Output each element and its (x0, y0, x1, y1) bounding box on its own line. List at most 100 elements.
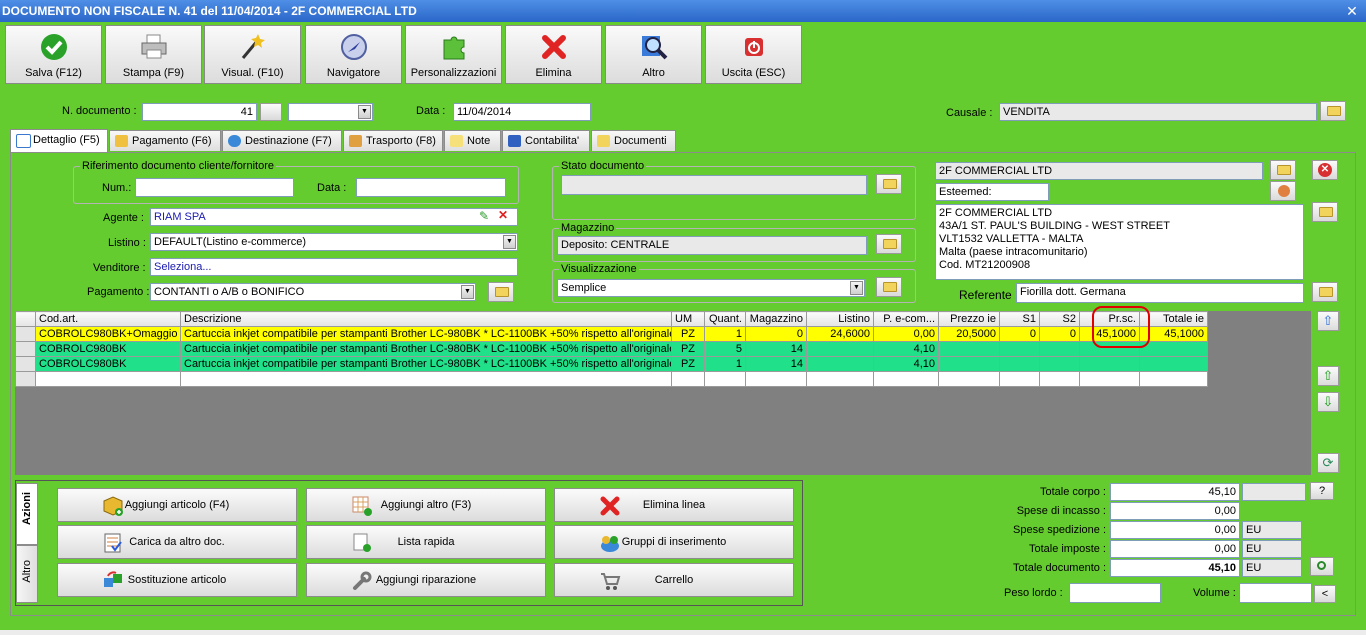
table-row[interactable]: COBROLC980BK Cartuccia inkjet compatibile… (15, 356, 1208, 372)
ndoc-suffix-button[interactable] (260, 103, 282, 121)
cliente-name-input[interactable]: 2F COMMERCIAL LTD (935, 162, 1263, 180)
address-folder-button[interactable] (1312, 202, 1338, 222)
table-cell[interactable]: COBROLC980BK+Omaggio (35, 326, 181, 342)
tab-contabilita[interactable]: Contabilita' (502, 130, 590, 151)
table-cell[interactable]: 1 (704, 326, 746, 342)
toolbar-button-6[interactable]: Elimina (505, 25, 602, 84)
row-selector[interactable] (15, 371, 36, 387)
tab-azioni[interactable]: Azioni (16, 483, 38, 545)
action-button-2[interactable]: Aggiungi altro (F3) (306, 488, 546, 522)
spese-spedizione-input[interactable]: 0,00 (1110, 521, 1240, 539)
chevron-down-icon[interactable]: ▼ (461, 285, 474, 299)
table-cell[interactable] (1139, 356, 1208, 372)
totale-zoom-button[interactable] (1310, 557, 1334, 576)
table-cell[interactable]: 0 (745, 326, 807, 342)
tab-trasporto[interactable]: Trasporto (F8) (343, 130, 443, 151)
column-header[interactable]: P. e-com... (873, 311, 939, 327)
ndoc-series-select[interactable]: ▼ (288, 103, 373, 121)
pagamento-select[interactable]: CONTANTI o A/B o BONIFICO ▼ (150, 283, 476, 301)
table-cell[interactable]: PZ (671, 356, 705, 372)
table-cell[interactable] (671, 371, 705, 387)
rif-data-input[interactable] (356, 178, 506, 197)
refresh-button[interactable]: ⟳ (1317, 453, 1339, 473)
help-button[interactable]: ? (1310, 482, 1334, 500)
column-header[interactable]: Magazzino (745, 311, 807, 327)
action-button-7[interactable]: Sostituzione articolo (57, 563, 297, 597)
clear-x-icon[interactable]: ✕ (498, 209, 510, 221)
rif-num-input[interactable] (135, 178, 294, 197)
table-cell[interactable] (704, 371, 746, 387)
table-cell[interactable]: Cartuccia inkjet compatibile per stampan… (180, 326, 672, 342)
table-cell[interactable] (745, 371, 807, 387)
row-selector[interactable] (15, 326, 36, 342)
action-button-8[interactable]: Aggiungi riparazione (306, 563, 546, 597)
visualizzazione-select[interactable]: Semplice ▼ (557, 279, 865, 297)
tab-documenti[interactable]: Documenti (591, 130, 676, 151)
column-header[interactable]: Quant. (704, 311, 746, 327)
toolbar-button-5[interactable]: Personalizzazioni (405, 25, 502, 84)
action-button-1[interactable]: Aggiungi articolo (F4) (57, 488, 297, 522)
referente-input[interactable]: Fiorilla dott. Germana (1016, 283, 1304, 303)
table-cell[interactable] (1079, 356, 1140, 372)
tab-destinazione[interactable]: Destinazione (F7) (222, 130, 342, 151)
pagamento-folder-button[interactable] (488, 282, 514, 302)
chevron-down-icon[interactable]: ▼ (503, 235, 516, 249)
chevron-down-icon[interactable]: ▼ (358, 105, 371, 119)
column-header[interactable]: S2 (1039, 311, 1080, 327)
table-cell[interactable] (1139, 371, 1208, 387)
action-button-5[interactable]: Lista rapida (306, 525, 546, 559)
stato-folder-button[interactable] (876, 174, 902, 194)
table-cell[interactable] (1039, 341, 1080, 357)
table-cell[interactable] (999, 356, 1040, 372)
table-cell[interactable]: PZ (671, 326, 705, 342)
row-selector[interactable] (15, 341, 36, 357)
table-cell[interactable] (938, 356, 1000, 372)
esteemed-input[interactable]: Esteemed: (935, 183, 1049, 201)
table-cell[interactable] (806, 341, 874, 357)
causale-input[interactable]: VENDITA (999, 103, 1317, 121)
scroll-top-button[interactable]: ⇧ (1317, 311, 1339, 331)
tab-altro[interactable]: Altro (16, 545, 38, 603)
cliente-contact-button[interactable] (1270, 181, 1296, 201)
table-row[interactable]: COBROLC980BK Cartuccia inkjet compatibile… (15, 341, 1208, 357)
table-cell[interactable]: PZ (671, 341, 705, 357)
stato-input[interactable] (561, 175, 867, 195)
table-cell[interactable]: COBROLC980BK (35, 341, 181, 357)
table-cell[interactable] (999, 341, 1040, 357)
table-row[interactable] (15, 371, 1208, 387)
table-cell[interactable] (1139, 341, 1208, 357)
action-button-3[interactable]: Elimina linea (554, 488, 794, 522)
column-header[interactable]: Cod.art. (35, 311, 181, 327)
table-cell[interactable] (1079, 371, 1140, 387)
toolbar-button-1[interactable]: Salva (F12) (5, 25, 102, 84)
toolbar-button-3[interactable]: Visual. (F10) (204, 25, 301, 84)
table-cell[interactable]: 0 (1039, 326, 1080, 342)
column-header[interactable]: Prezzo ie (938, 311, 1000, 327)
table-cell[interactable]: 20,5000 (938, 326, 1000, 342)
table-cell[interactable] (999, 371, 1040, 387)
causale-folder-button[interactable] (1320, 101, 1346, 121)
action-button-4[interactable]: Carica da altro doc. (57, 525, 297, 559)
column-header[interactable]: UM (671, 311, 705, 327)
column-header[interactable]: S1 (999, 311, 1040, 327)
tab-pagamento[interactable]: Pagamento (F6) (109, 130, 221, 151)
table-cell[interactable] (1039, 356, 1080, 372)
table-cell[interactable]: 0 (999, 326, 1040, 342)
table-cell[interactable]: 5 (704, 341, 746, 357)
table-cell[interactable]: Cartuccia inkjet compatibile per stampan… (180, 356, 672, 372)
table-cell[interactable]: COBROLC980BK (35, 356, 181, 372)
table-cell[interactable]: 14 (745, 356, 807, 372)
column-header[interactable]: Descrizione (180, 311, 672, 327)
move-up-button[interactable]: ⇧ (1317, 366, 1339, 386)
visualizzazione-folder-button[interactable] (876, 277, 902, 297)
table-cell[interactable]: 1 (704, 356, 746, 372)
toolbar-button-4[interactable]: Navigatore (305, 25, 402, 84)
venditore-input[interactable]: Seleziona... (150, 258, 518, 276)
table-cell[interactable]: Cartuccia inkjet compatibile per stampan… (180, 341, 672, 357)
toolbar-button-2[interactable]: Stampa (F9) (105, 25, 202, 84)
table-row[interactable]: COBROLC980BK+Omaggio Cartuccia inkjet com… (15, 326, 1208, 342)
spese-incasso-input[interactable]: 0,00 (1110, 502, 1240, 520)
toolbar-button-7[interactable]: Altro (605, 25, 702, 84)
action-button-6[interactable]: Gruppi di inserimento (554, 525, 794, 559)
table-cell[interactable]: 14 (745, 341, 807, 357)
